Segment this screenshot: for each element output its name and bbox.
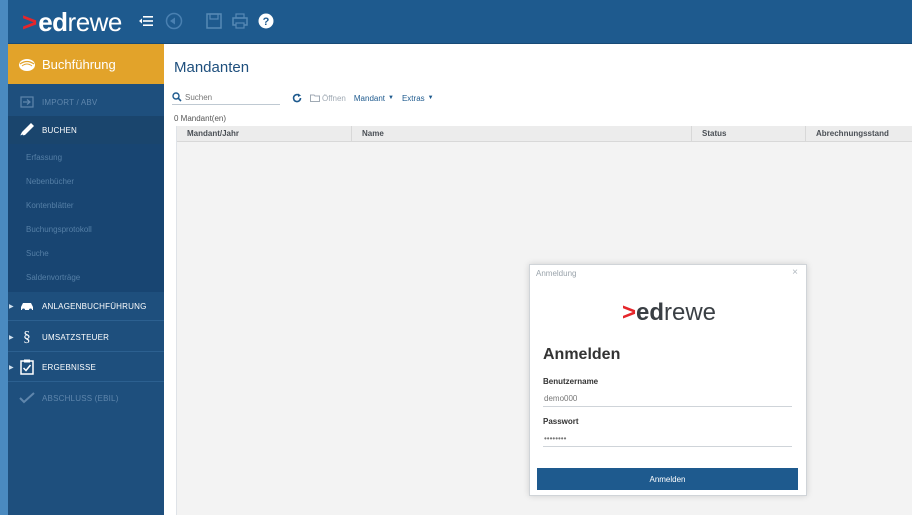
window-edge bbox=[0, 0, 8, 515]
back-icon[interactable] bbox=[164, 11, 184, 31]
login-dialog: Anmeldung × > ed rewe Anmelden Benutzernam… bbox=[529, 264, 807, 496]
search-input[interactable] bbox=[185, 93, 270, 102]
checkmark-icon bbox=[18, 389, 36, 407]
sidebar-subitem-kontenblaetter[interactable]: Kontenblätter bbox=[26, 201, 74, 210]
column-header-name[interactable]: Name bbox=[351, 126, 691, 142]
sidebar-item-umsatzsteuer[interactable]: ▶ § UMSATZSTEUER bbox=[8, 323, 164, 351]
open-button[interactable]: Öffnen bbox=[310, 94, 346, 103]
edrewe-logo: > ed rewe bbox=[621, 299, 717, 326]
close-icon[interactable]: × bbox=[792, 267, 798, 278]
column-header-mandant-jahr[interactable]: Mandant/Jahr bbox=[177, 126, 351, 142]
import-icon bbox=[18, 93, 36, 111]
sidebar-submenu-buchen: Erfassung Nebenbücher Kontenblätter Buch… bbox=[8, 144, 164, 292]
search-box bbox=[172, 91, 280, 105]
table-header: Mandant/Jahr Name Status Abrechnungsstan… bbox=[177, 126, 912, 142]
sidebar-subitem-suche[interactable]: Suche bbox=[26, 249, 49, 258]
chevron-down-icon: ▼ bbox=[427, 95, 434, 101]
sidebar: Buchführung IMPORT / ABV BUCHEN Erfassun… bbox=[8, 44, 164, 515]
sidebar-divider bbox=[8, 351, 164, 352]
menu-collapse-icon[interactable] bbox=[136, 11, 156, 31]
sidebar-subitem-nebenbuecher[interactable]: Nebenbücher bbox=[26, 177, 74, 186]
paragraph-icon: § bbox=[23, 328, 31, 345]
sidebar-item-abschluss[interactable]: ABSCHLUSS (EBIL) bbox=[8, 384, 164, 412]
expand-arrow-icon: ▶ bbox=[9, 334, 14, 341]
dialog-title: Anmeldung bbox=[536, 269, 577, 278]
page-title: Mandanten bbox=[174, 59, 250, 76]
sidebar-header-buchfuehrung[interactable]: Buchführung bbox=[8, 44, 164, 84]
car-icon bbox=[18, 297, 36, 315]
sidebar-subitem-saldenvortraege[interactable]: Saldenvorträge bbox=[26, 273, 80, 282]
save-icon[interactable] bbox=[204, 11, 224, 31]
record-count: 0 Mandant(en) bbox=[174, 114, 227, 123]
sidebar-divider bbox=[8, 320, 164, 321]
sidebar-subitem-buchungsprotokoll[interactable]: Buchungsprotokoll bbox=[26, 225, 92, 234]
password-label: Passwort bbox=[543, 417, 579, 426]
username-field[interactable] bbox=[543, 391, 792, 407]
clipboard-check-icon bbox=[18, 358, 36, 376]
search-icon[interactable] bbox=[172, 91, 182, 104]
dialog-heading: Anmelden bbox=[543, 346, 621, 363]
edrewe-logo: > ed rewe bbox=[22, 7, 122, 37]
app-window: > ed rewe ? Buchführung IMPORT / ABV BUC… bbox=[0, 0, 912, 515]
mandant-menu[interactable]: Mandant ▼ bbox=[354, 94, 394, 103]
expand-arrow-icon: ▶ bbox=[9, 364, 14, 371]
svg-text:?: ? bbox=[263, 16, 270, 28]
toolbar: Öffnen Mandant▼ Extras▼ bbox=[172, 90, 434, 106]
column-header-status[interactable]: Status bbox=[691, 126, 805, 142]
password-field[interactable] bbox=[543, 431, 792, 447]
top-bar: > ed rewe ? bbox=[8, 0, 912, 44]
extras-menu[interactable]: Extras ▼ bbox=[402, 94, 434, 103]
sidebar-divider bbox=[8, 381, 164, 382]
sidebar-item-import[interactable]: IMPORT / ABV bbox=[8, 88, 164, 116]
pen-icon bbox=[18, 121, 36, 139]
refresh-icon[interactable] bbox=[292, 93, 302, 103]
sidebar-item-buchen[interactable]: BUCHEN bbox=[8, 116, 164, 144]
print-icon[interactable] bbox=[230, 11, 250, 31]
sidebar-item-ergebnisse[interactable]: ▶ ERGEBNISSE bbox=[8, 353, 164, 381]
sidebar-item-anlagenbuchfuehrung[interactable]: ▶ ANLAGENBUCHFÜHRUNG bbox=[8, 292, 164, 320]
folder-icon bbox=[310, 94, 320, 102]
login-button[interactable]: Anmelden bbox=[537, 468, 798, 490]
chevron-down-icon: ▼ bbox=[388, 95, 394, 101]
username-label: Benutzername bbox=[543, 377, 599, 386]
expand-arrow-icon: ▶ bbox=[9, 303, 14, 310]
sidebar-subitem-erfassung[interactable]: Erfassung bbox=[26, 153, 62, 162]
help-icon[interactable]: ? bbox=[256, 11, 276, 31]
column-header-abrechnungsstand[interactable]: Abrechnungsstand bbox=[805, 126, 912, 142]
book-icon bbox=[18, 55, 36, 73]
